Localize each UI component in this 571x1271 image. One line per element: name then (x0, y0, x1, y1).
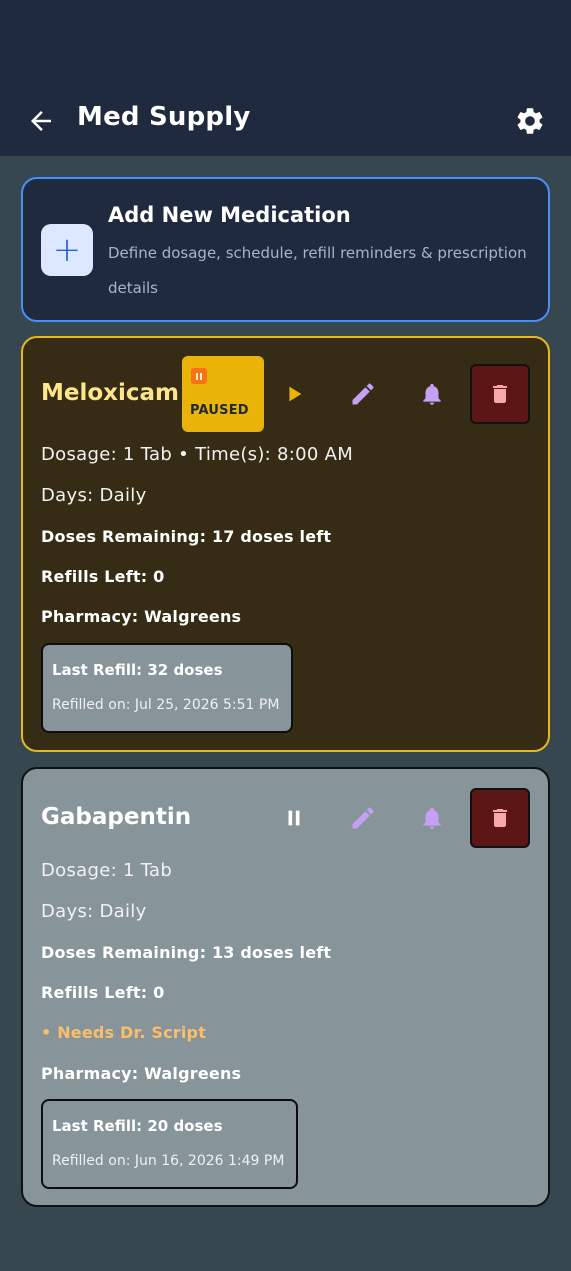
plus-icon[interactable]: + (41, 224, 93, 276)
pause-icon (191, 368, 207, 384)
medication-name: Gabapentin (41, 804, 192, 830)
medication-card: Gabapentin Dosage: 1 Tab Days: Daily Dos… (21, 767, 550, 1207)
trash-icon (493, 809, 507, 827)
edit-icon[interactable] (343, 374, 383, 414)
gear-icon[interactable] (514, 105, 546, 137)
status-badge-label: PAUSED (190, 403, 249, 418)
last-refill-label: Last Refill: 32 doses (52, 661, 223, 679)
add-medication-title: Add New Medication (108, 203, 351, 227)
needs-script-warning: • Needs Dr. Script (41, 1023, 207, 1042)
pause-icon[interactable] (274, 798, 314, 838)
days-line: Days: Daily (41, 485, 147, 506)
pharmacy-line: Pharmacy: Walgreens (41, 607, 242, 626)
page-title: Med Supply (77, 102, 251, 132)
last-refill-box: Last Refill: 20 doses Refilled on: Jun 1… (41, 1099, 298, 1189)
add-medication-description: Define dosage, schedule, refill reminder… (108, 244, 527, 297)
refills-left-line: Refills Left: 0 (41, 567, 165, 586)
edit-icon[interactable] (343, 798, 383, 838)
dosage-line: Dosage: 1 Tab • Time(s): 8:00 AM (41, 444, 354, 465)
delete-button[interactable] (470, 364, 530, 424)
refills-left-line: Refills Left: 0 (41, 983, 165, 1002)
play-icon[interactable] (274, 374, 314, 414)
bell-icon[interactable] (412, 374, 452, 414)
status-badge: PAUSED (182, 356, 264, 432)
pharmacy-line: Pharmacy: Walgreens (41, 1064, 242, 1083)
days-line: Days: Daily (41, 901, 147, 922)
refilled-on-label: Refilled on: Jun 16, 2026 1:49 PM (52, 1153, 285, 1169)
last-refill-box: Last Refill: 32 doses Refilled on: Jul 2… (41, 643, 293, 733)
doses-remaining-line: Doses Remaining: 13 doses left (41, 943, 332, 962)
delete-button[interactable] (470, 788, 530, 848)
bell-icon[interactable] (412, 798, 452, 838)
trash-icon (493, 385, 507, 403)
refilled-on-label: Refilled on: Jul 25, 2026 5:51 PM (52, 697, 280, 713)
last-refill-label: Last Refill: 20 doses (52, 1117, 223, 1135)
add-medication-card[interactable]: + Add New Medication Define dosage, sche… (21, 177, 550, 322)
app-bar: Med Supply (0, 0, 571, 156)
medication-card: Meloxicam PAUSED Dosage: 1 Tab • Time(s)… (21, 336, 550, 752)
dosage-line: Dosage: 1 Tab (41, 860, 173, 881)
doses-remaining-line: Doses Remaining: 17 doses left (41, 527, 332, 546)
arrow-left-icon[interactable] (26, 106, 56, 136)
medication-name: Meloxicam (41, 380, 180, 406)
